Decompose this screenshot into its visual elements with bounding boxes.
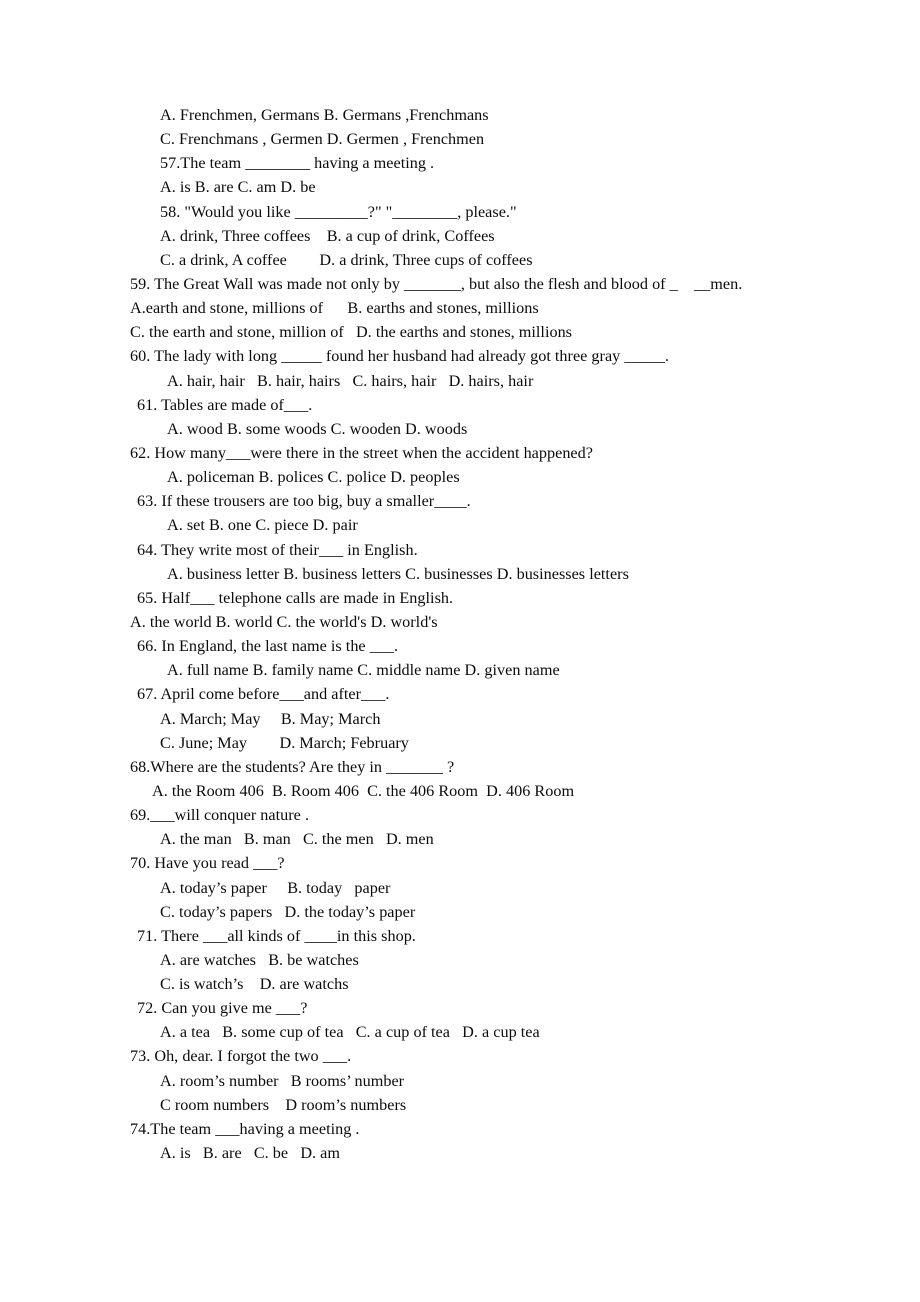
q58-opt-ab: A. drink, Three coffees B. a cup of drin… <box>160 226 495 245</box>
q73-stem: 73. Oh, dear. I forgot the two ___. <box>130 1047 352 1066</box>
q69-opts: A. the man B. man C. the men D. men <box>160 830 434 849</box>
q66-stem: 66. In England, the last name is the ___… <box>137 637 399 656</box>
q57-opts: A. is B. are C. am D. be <box>160 178 316 197</box>
q56-opt-cd: C. Frenchmans , Germen D. Germen , Frenc… <box>160 130 485 149</box>
q70-opt-ab: A. today’s paper B. today paper <box>160 878 391 897</box>
q72-opts: A. a tea B. some cup of tea C. a cup of … <box>160 1023 540 1042</box>
q69-stem: 69.___will conquer nature . <box>130 806 310 825</box>
q74-stem: 74.The team ___having a meeting . <box>130 1119 360 1138</box>
q68-stem: 68.Where are the students? Are they in _… <box>130 757 455 776</box>
q56-opt-ab: A. Frenchmen, Germans B. Germans ,French… <box>160 106 489 124</box>
q64-opts: A. business letter B. business letters C… <box>167 564 629 583</box>
q60-stem: 60. The lady with long _____ found her h… <box>130 347 669 366</box>
q63-opts: A. set B. one C. piece D. pair <box>167 516 358 535</box>
q58-stem: 58. "Would you like _________?" "_______… <box>160 202 517 221</box>
q65-opts: A. the world B. world C. the world's D. … <box>130 612 438 631</box>
q59-opt-ab: A.earth and stone, millions of B. earths… <box>130 299 539 318</box>
q72-stem: 72. Can you give me ___? <box>137 999 308 1018</box>
question-list: A. Frenchmen, Germans B. Germans ,French… <box>0 103 920 1165</box>
q71-opt-cd: C. is watch’s D. are watchs <box>160 975 349 994</box>
q62-stem: 62. How many___were there in the street … <box>130 443 593 462</box>
q66-opts: A. full name B. family name C. middle na… <box>167 661 560 680</box>
q61-stem: 61. Tables are made of___. <box>137 395 313 414</box>
q59-stem: 59. The Great Wall was made not only by … <box>130 274 743 293</box>
q67-opt-ab: A. March; May B. May; March <box>160 709 381 728</box>
q57-stem: 57.The team ________ having a meeting . <box>160 154 435 173</box>
q74-opts: A. is B. are C. be D. am <box>160 1144 340 1163</box>
q70-stem: 70. Have you read ___? <box>130 854 285 873</box>
q70-opt-cd: C. today’s papers D. the today’s paper <box>160 902 416 921</box>
q67-stem: 67. April come before___and after___. <box>137 685 390 704</box>
q71-opt-ab: A. are watches B. be watches <box>160 950 359 969</box>
q58-opt-cd: C. a drink, A coffee D. a drink, Three c… <box>160 250 533 269</box>
q73-opt-ab: A. room’s number B rooms’ number <box>160 1071 405 1090</box>
q64-stem: 64. They write most of their___ in Engli… <box>137 540 418 559</box>
q68-opts: A. the Room 406 B. Room 406 C. the 406 R… <box>152 781 575 800</box>
q61-opts: A. wood B. some woods C. wooden D. woods <box>167 419 468 438</box>
q62-opts: A. policeman B. polices C. police D. peo… <box>167 468 460 487</box>
q60-opts: A. hair, hair B. hair, hairs C. hairs, h… <box>167 371 534 390</box>
q67-opt-cd: C. June; May D. March; February <box>160 733 409 752</box>
q63-stem: 63. If these trousers are too big, buy a… <box>137 492 471 511</box>
q73-opt-cd: C room numbers D room’s numbers <box>160 1095 407 1114</box>
worksheet-page: A. Frenchmen, Germans B. Germans ,French… <box>0 0 920 1302</box>
q65-stem: 65. Half___ telephone calls are made in … <box>137 588 454 607</box>
q59-opt-cd: C. the earth and stone, million of D. th… <box>130 323 573 342</box>
q71-stem: 71. There ___all kinds of ____in this sh… <box>137 926 416 945</box>
